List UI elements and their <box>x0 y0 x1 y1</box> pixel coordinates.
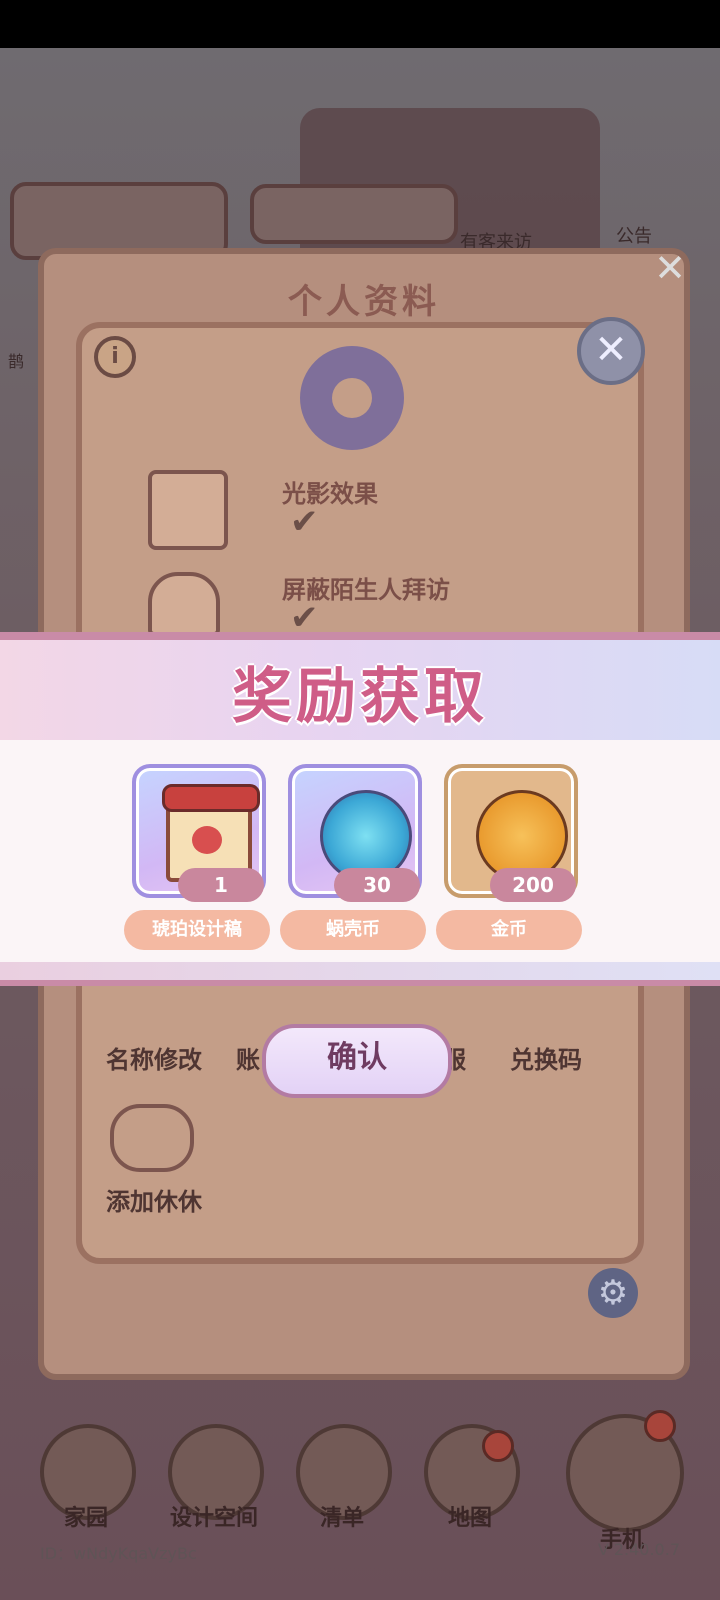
settings-gear-icon <box>300 346 404 450</box>
profile-title: 个人资料 <box>288 282 440 322</box>
notice-label[interactable]: 公告 <box>616 222 652 248</box>
reward-name: 金币 <box>436 910 582 950</box>
nav-map-label: 地图 <box>447 1506 492 1531</box>
light-effect-check-icon[interactable]: ✔ <box>290 502 340 542</box>
map-notification-dot <box>482 1430 514 1462</box>
reward-count: 200 <box>490 868 576 902</box>
option-rename[interactable]: 名称修改 <box>106 1040 202 1075</box>
panel-close-icon[interactable]: ✕ <box>650 248 690 288</box>
status-bar <box>0 0 720 48</box>
light-effect-icon <box>148 470 228 550</box>
gear-icon[interactable]: ⚙ <box>588 1268 638 1318</box>
nav-design-label: 设计空间 <box>169 1506 258 1531</box>
reward-title: 奖励获取 <box>232 662 488 732</box>
reward-banner-footer <box>0 962 720 986</box>
add-friend-bubble-icon <box>110 1104 194 1172</box>
nav-list-label: 清单 <box>319 1506 364 1531</box>
option-add-friend[interactable]: 添加休休 <box>106 1182 202 1217</box>
option-account[interactable]: 账 <box>236 1040 260 1075</box>
reward-name: 蜗壳币 <box>280 910 426 950</box>
block-stranger-check-icon[interactable]: ✔ <box>290 598 340 638</box>
reward-name: 琥珀设计稿 <box>124 910 270 950</box>
player-id: ID：wNdyKqaVzyBc <box>40 1544 197 1563</box>
reward-count: 30 <box>334 868 420 902</box>
currency-bar[interactable] <box>250 184 458 244</box>
phone-notification-dot <box>644 1410 676 1442</box>
nav-home-label: 家园 <box>63 1506 108 1531</box>
info-icon[interactable]: i <box>94 336 136 378</box>
confirm-button[interactable]: 确认 <box>262 1024 452 1098</box>
reward-count: 1 <box>178 868 264 902</box>
block-visitor-house-icon <box>148 572 220 636</box>
side-name-label: 鹊 <box>8 352 25 371</box>
app-version: V 2.40.0.7 <box>597 1540 680 1559</box>
settings-close-button[interactable]: ✕ <box>577 317 645 385</box>
option-redeem-code[interactable]: 兑换码 <box>510 1040 582 1075</box>
